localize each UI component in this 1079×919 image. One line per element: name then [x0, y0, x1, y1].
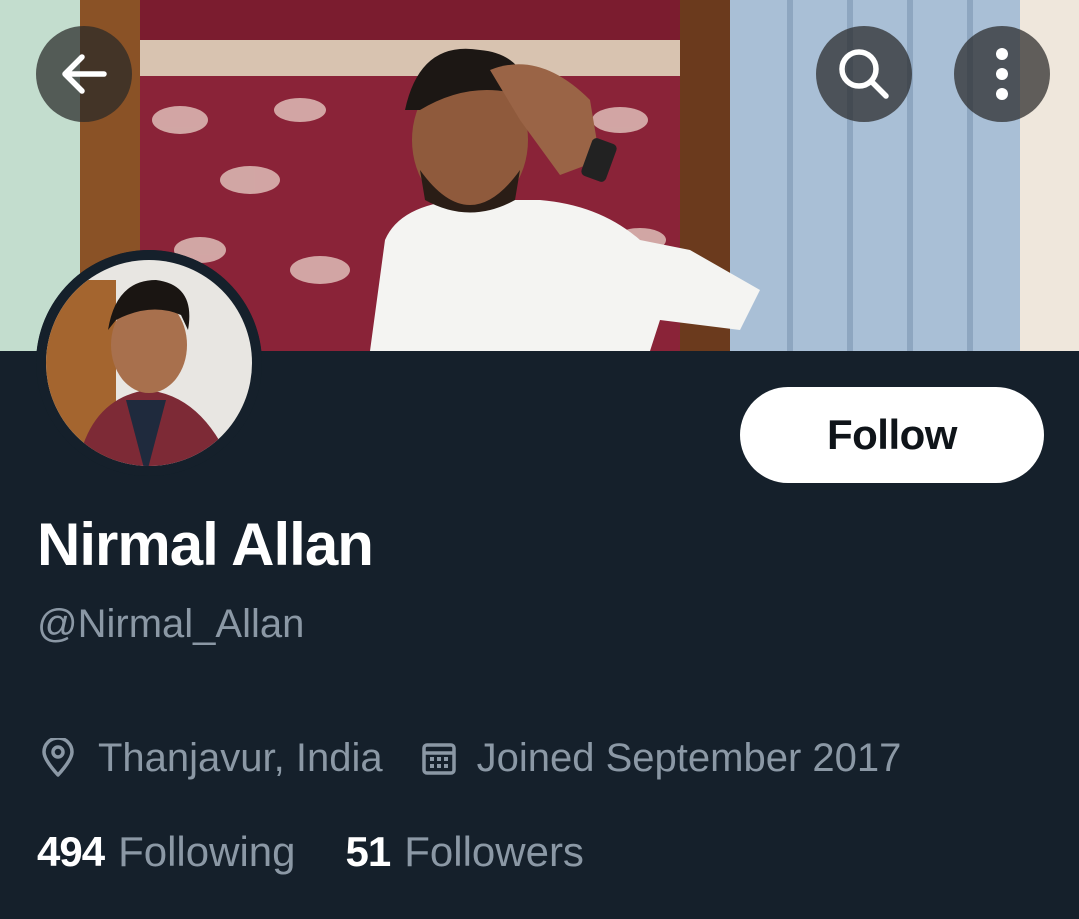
avatar[interactable]	[36, 250, 262, 476]
search-icon	[839, 49, 889, 99]
calendar-icon	[421, 740, 457, 776]
avatar-photo	[36, 250, 262, 476]
location-pin-icon	[40, 738, 76, 778]
followers-label: Followers	[404, 828, 584, 875]
follow-button[interactable]: Follow	[740, 387, 1044, 483]
profile-meta: Thanjavur, India Joined September 2017	[40, 730, 901, 786]
location-text: Thanjavur, India	[98, 735, 383, 780]
following-link[interactable]: 494 Following	[37, 828, 296, 876]
back-button[interactable]	[36, 26, 132, 122]
followers-link[interactable]: 51 Followers	[346, 828, 584, 876]
more-vertical-icon	[996, 48, 1008, 100]
more-options-button[interactable]	[954, 26, 1050, 122]
joined-date-text: Joined September 2017	[476, 735, 902, 780]
arrow-left-icon	[62, 54, 107, 94]
display-name: Nirmal Allan	[37, 511, 374, 578]
followers-count: 51	[345, 828, 392, 875]
following-label: Following	[118, 828, 296, 875]
user-handle: @Nirmal_Allan	[37, 602, 305, 646]
following-count: 494	[37, 828, 105, 875]
follow-stats: 494 Following 51 Followers	[37, 824, 584, 880]
search-button[interactable]	[816, 26, 912, 122]
